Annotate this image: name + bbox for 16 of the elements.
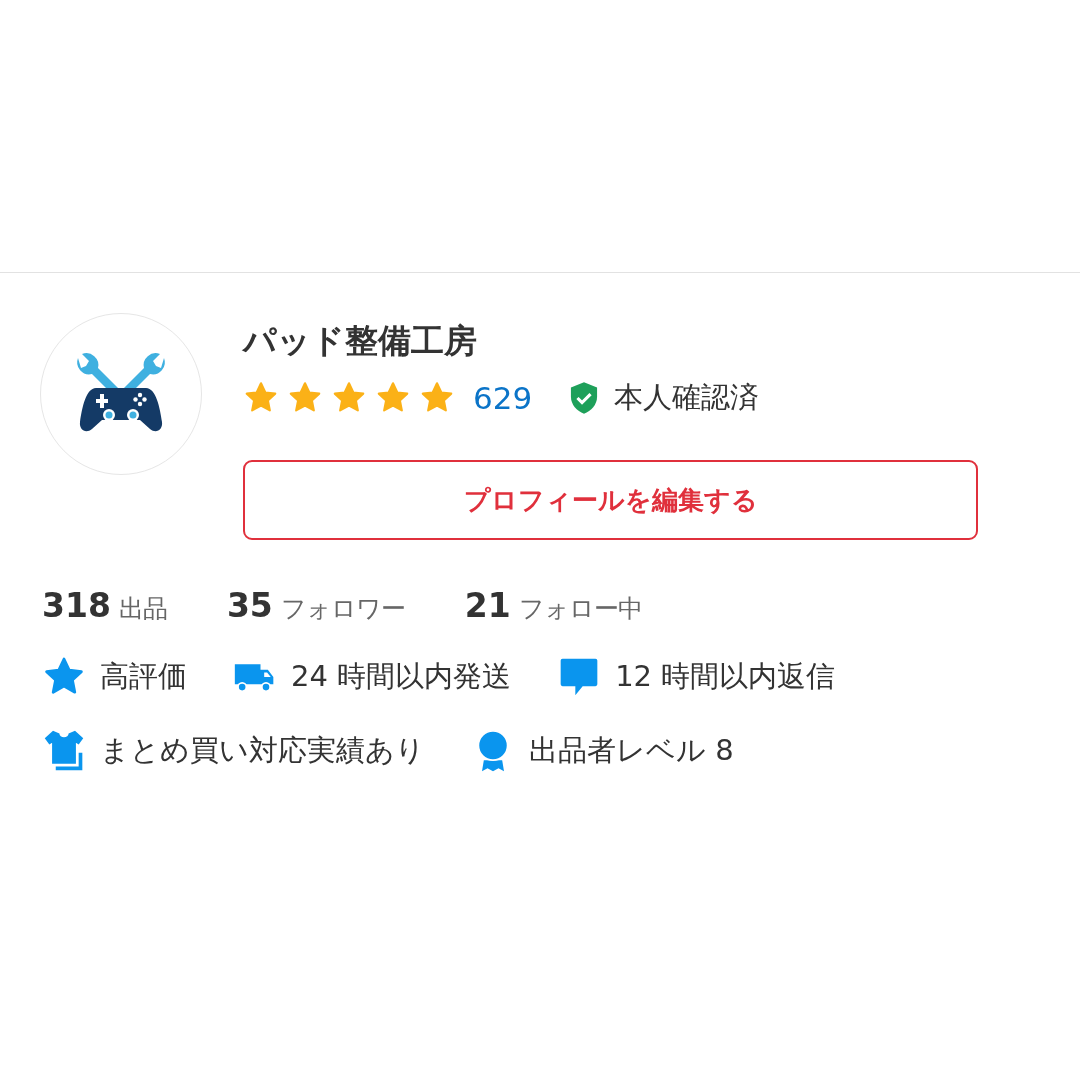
- shop-name: パッド整備工房: [243, 320, 478, 362]
- stat-label: 出品: [118, 593, 167, 625]
- stat-count: 35: [226, 586, 273, 625]
- shirt-icon: [42, 729, 86, 773]
- stat-label: フォロワー: [280, 593, 405, 625]
- badge-label: 24 時間以内発送: [291, 658, 512, 695]
- stat-count: 21: [464, 586, 511, 625]
- stat-count: 318: [42, 586, 111, 625]
- badge-label: 出品者レベル 8: [529, 732, 734, 769]
- review-count[interactable]: 629: [473, 380, 533, 416]
- stat-label: フォロー中: [518, 593, 642, 625]
- verified-label: 本人確認済: [614, 379, 760, 416]
- edit-profile-button[interactable]: プロフィールを編集する: [243, 460, 978, 540]
- badge-label: 12 時間以内返信: [615, 658, 836, 695]
- badge-label: 高評価: [100, 658, 187, 695]
- badge-label: まとめ買い対応実績あり: [100, 732, 425, 769]
